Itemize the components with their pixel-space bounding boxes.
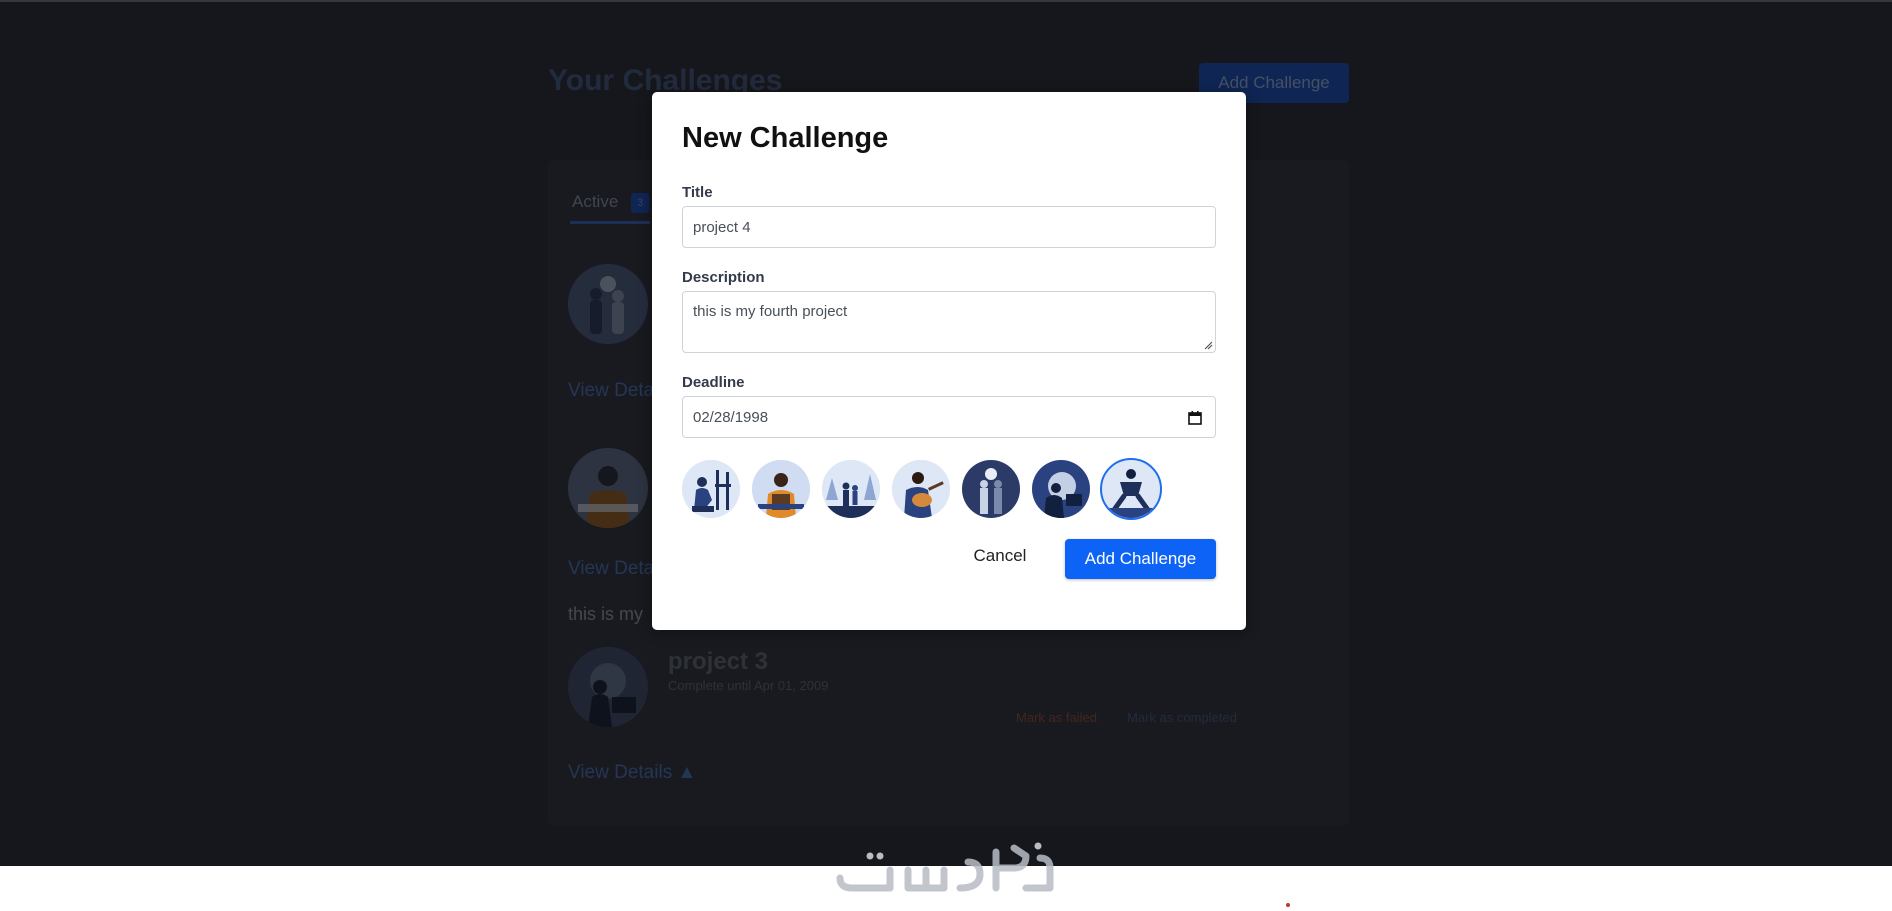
craftsman-avatar[interactable] bbox=[752, 460, 810, 518]
modal-title: New Challenge bbox=[682, 122, 889, 154]
description-textarea-value: this is my fourth project bbox=[693, 303, 848, 320]
red-dot-marker bbox=[1286, 903, 1290, 907]
avatar-picker bbox=[682, 458, 1162, 520]
description-textarea[interactable]: this is my fourth project bbox=[682, 291, 1216, 353]
new-challenge-modal: New Challenge Title project 4 Descriptio… bbox=[652, 92, 1246, 630]
title-input[interactable]: project 4 bbox=[682, 206, 1216, 248]
description-label: Description bbox=[682, 269, 765, 286]
deadline-date-input[interactable]: 02/28/1998 bbox=[682, 396, 1216, 438]
family-walk-avatar[interactable] bbox=[822, 460, 880, 518]
title-label: Title bbox=[682, 184, 713, 201]
desk-worker-avatar[interactable] bbox=[1032, 460, 1090, 518]
couple-avatar[interactable] bbox=[962, 460, 1020, 518]
resize-grip-icon[interactable] bbox=[1203, 340, 1213, 350]
add-challenge-button[interactable]: Add Challenge bbox=[1065, 539, 1216, 579]
title-input-value: project 4 bbox=[693, 218, 751, 236]
watermark-logo bbox=[830, 838, 1060, 898]
deadline-input-value: 02/28/1998 bbox=[693, 408, 769, 426]
page-root: Your Challenges Add Challenge Active 3 V… bbox=[0, 0, 1892, 911]
guitarist-avatar[interactable] bbox=[892, 460, 950, 518]
painter-avatar[interactable] bbox=[682, 460, 740, 518]
deadline-label: Deadline bbox=[682, 374, 745, 391]
athlete-avatar[interactable] bbox=[1100, 458, 1162, 520]
calendar-icon[interactable] bbox=[1187, 410, 1203, 426]
cancel-button[interactable]: Cancel bbox=[962, 539, 1038, 573]
